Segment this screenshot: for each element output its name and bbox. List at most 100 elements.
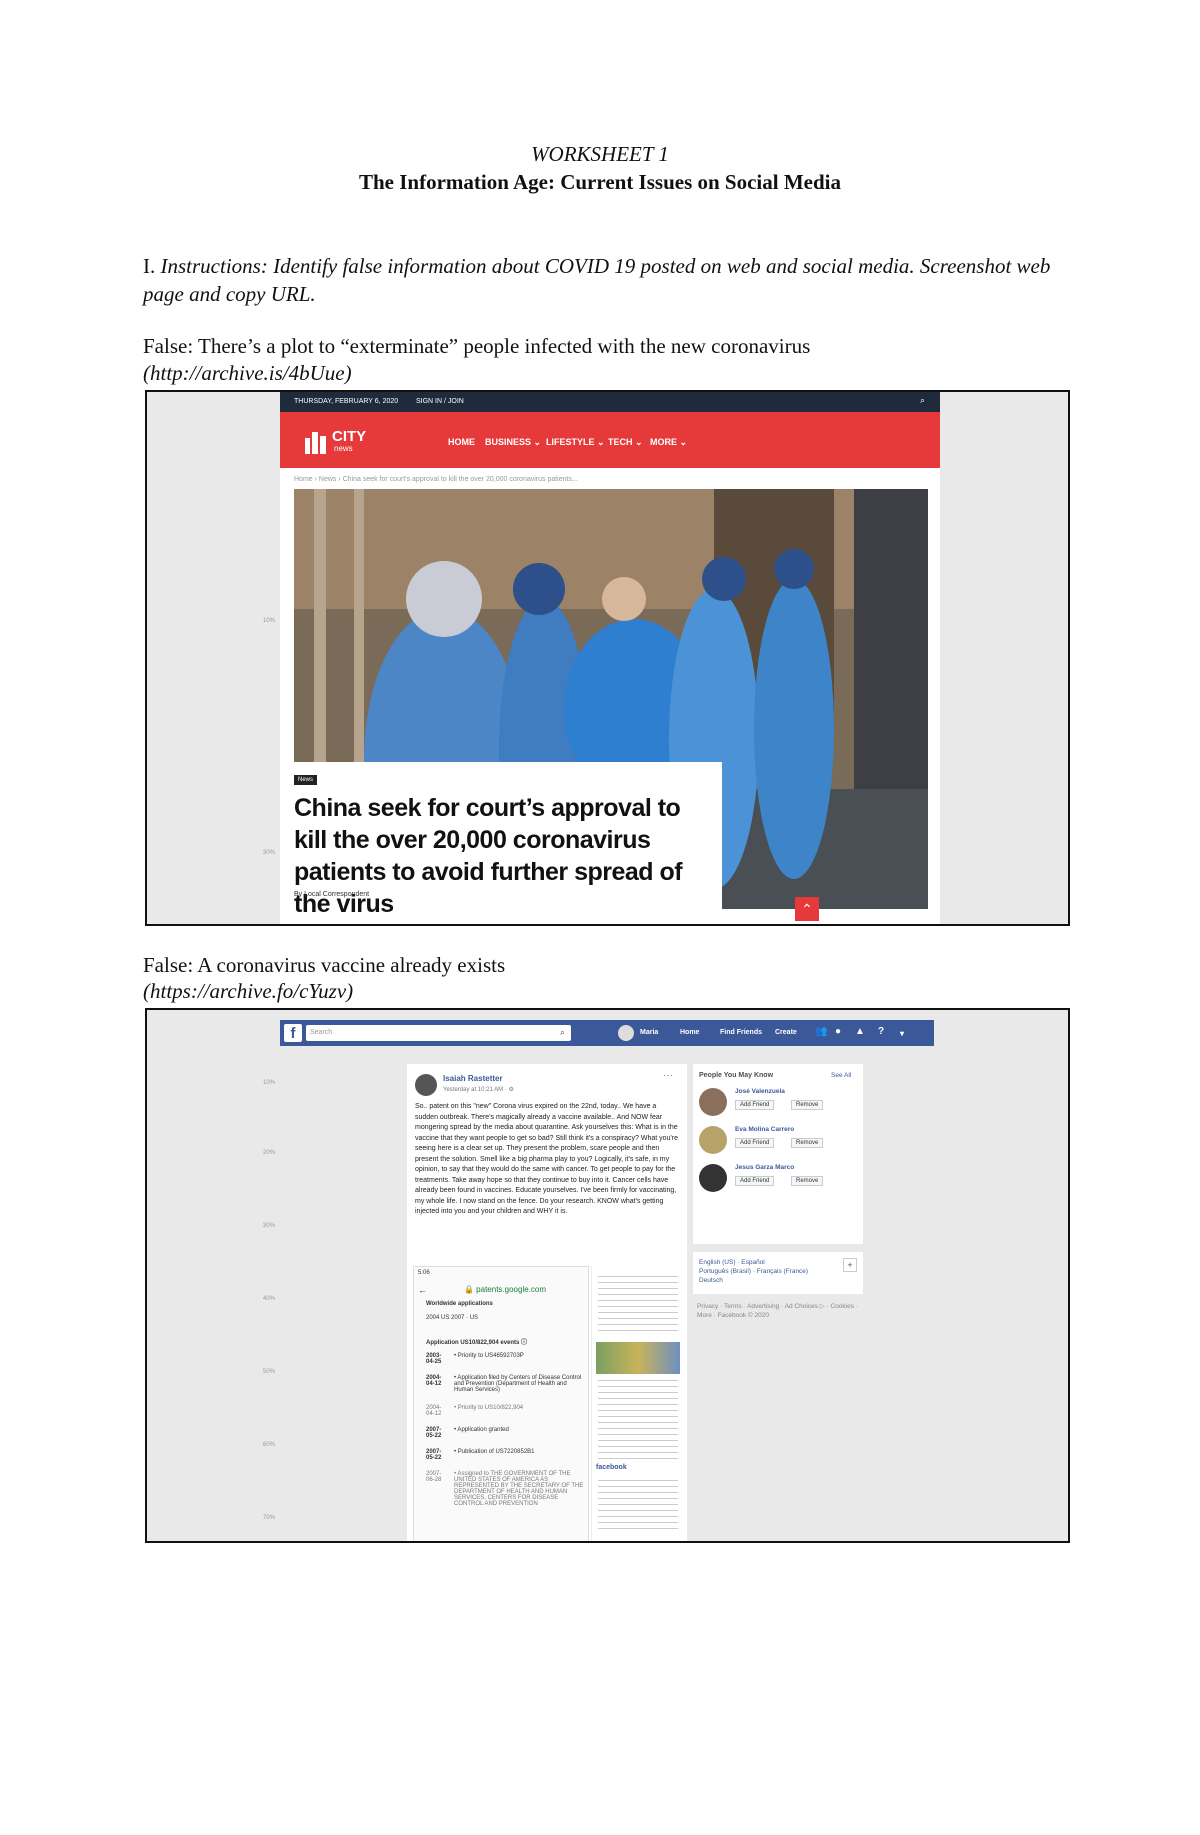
strip-text-block	[598, 1380, 678, 1460]
event-text: • Priority to US10/822,904	[454, 1405, 524, 1411]
worksheet-title: WORKSHEET 1	[531, 142, 669, 166]
search-placeholder: Search	[310, 1029, 333, 1036]
phone-years: 2004 US 2007 · US	[426, 1315, 479, 1321]
facebook-logo-icon[interactable]: f	[284, 1024, 302, 1042]
side-tick: 70%	[263, 1515, 276, 1521]
nav-find-friends[interactable]: Find Friends	[720, 1029, 762, 1036]
nav-profile[interactable]: Maria	[640, 1029, 658, 1036]
logo-city: CITY	[332, 428, 367, 445]
claim-1: False: There’s a plot to “exterminate” p…	[143, 334, 811, 358]
citynews-topbar: THURSDAY, FEBRUARY 6, 2020 SIGN IN / JOI…	[280, 392, 940, 412]
facebook-mobile-strip: facebook	[591, 1266, 684, 1541]
phone-events-title: Application US10/822,904 events ⓘ	[426, 1340, 528, 1346]
skyline-logo-icon	[305, 432, 326, 454]
pymk-name[interactable]: Eva Molina Carrero	[735, 1126, 794, 1133]
instructions: I. Instructions: Identify false informat…	[143, 252, 1063, 308]
see-all-link[interactable]: See All	[831, 1072, 851, 1079]
article-headline[interactable]: China seek for court’s approval to kill …	[294, 792, 714, 920]
event-text: • Application filed by Centers of Diseas…	[454, 1375, 582, 1393]
menu-lifestyle[interactable]: LIFESTYLE ⌄	[546, 437, 605, 448]
map-thumbnail	[596, 1342, 680, 1374]
headline-card: News China seek for court’s approval to …	[294, 762, 722, 918]
category-badge[interactable]: News	[294, 775, 318, 785]
add-language-button[interactable]: +	[843, 1258, 857, 1272]
remove-button[interactable]: Remove	[791, 1138, 824, 1148]
event-date: 2007-05-22	[426, 1427, 442, 1439]
phone-clock: 5:06	[418, 1270, 430, 1276]
event-text: • Application granted	[454, 1427, 509, 1433]
pymk-item: Eva Molina Carrero Add Friend Remove	[699, 1126, 859, 1162]
citynews-logo[interactable]: CITY news	[304, 426, 367, 456]
side-tick: 60%	[263, 1442, 276, 1448]
citynews-page: THURSDAY, FEBRUARY 6, 2020 SIGN IN / JOI…	[280, 392, 940, 924]
nav-home[interactable]: Home	[680, 1029, 699, 1036]
remove-button[interactable]: Remove	[791, 1176, 824, 1186]
screenshot-facebook: 10% 20% 30% 40% 50% 60% 70% f Search ⌕ M…	[145, 1008, 1070, 1543]
phone-site: 🔒 patents.google.com	[464, 1285, 547, 1294]
signin-link[interactable]: SIGN IN / JOIN	[416, 398, 464, 405]
avatar[interactable]	[618, 1025, 634, 1041]
event-date: 2003-04-25	[426, 1353, 442, 1365]
menu-more[interactable]: MORE ⌄	[650, 437, 687, 448]
patent-screenshot: 5:06 ← 🔒 patents.google.com Worldwide ap…	[413, 1266, 589, 1541]
menu-home[interactable]: HOME	[448, 437, 475, 447]
avatar[interactable]	[699, 1088, 727, 1116]
pymk-name[interactable]: José Valenzuela	[735, 1088, 785, 1095]
claim-1-url[interactable]: (http://archive.is/4bUue)	[143, 360, 1043, 387]
facebook-topbar: f Search ⌕ Maria Home Find Friends Creat…	[280, 1020, 934, 1046]
phone-section: Worldwide applications	[426, 1301, 493, 1307]
add-friend-button[interactable]: Add Friend	[735, 1138, 775, 1148]
menu-business[interactable]: BUSINESS ⌄	[485, 437, 541, 448]
pymk-item: José Valenzuela Add Friend Remove	[699, 1088, 859, 1124]
nav-create[interactable]: Create	[775, 1029, 797, 1036]
back-arrow-icon: ←	[418, 1285, 427, 1295]
help-icon[interactable]: ?	[878, 1026, 884, 1037]
post-text: So.. patent on this "new" Corona virus e…	[415, 1103, 678, 1215]
post-timestamp[interactable]: Yesterday at 10:21 AM · ⚙	[443, 1086, 514, 1093]
messenger-icon[interactable]: ●	[835, 1026, 841, 1037]
instructions-text: Instructions: Identify false information…	[143, 254, 1051, 306]
side-tick: 10%	[263, 618, 276, 624]
chevron-down-icon[interactable]: ▾	[900, 1029, 904, 1038]
people-you-may-know: People You May Know See All José Valenzu…	[693, 1064, 863, 1244]
search-icon[interactable]: ⌕	[560, 1027, 565, 1038]
screenshot-citynews: 10% 30% THURSDAY, FEBRUARY 6, 2020 SIGN …	[145, 390, 1070, 926]
facebook-post: Isaiah Rastetter Yesterday at 10:21 AM ·…	[407, 1064, 687, 1541]
search-icon[interactable]: ⌕	[920, 395, 925, 406]
side-tick: 40%	[263, 1296, 276, 1302]
event-text: • Publication of US7220852B1	[454, 1449, 535, 1455]
logo-news: news	[334, 444, 353, 453]
notifications-icon[interactable]: ▲	[855, 1026, 865, 1037]
citynews-nav: CITY news HOME BUSINESS ⌄ LIFESTYLE ⌄ TE…	[280, 412, 940, 468]
facebook-footer[interactable]: Privacy · Terms · Advertising · Ad Choic…	[697, 1302, 867, 1320]
search-input[interactable]: Search ⌕	[306, 1025, 571, 1041]
topbar-date: THURSDAY, FEBRUARY 6, 2020	[294, 398, 399, 405]
article-author[interactable]: By Local Correspondent	[294, 891, 369, 898]
strip-text-block	[598, 1480, 678, 1530]
breadcrumb[interactable]: Home › News › China seek for court's app…	[294, 476, 578, 483]
pymk-name[interactable]: Jesus Garza Marco	[735, 1164, 794, 1171]
avatar[interactable]	[699, 1126, 727, 1154]
menu-tech[interactable]: TECH ⌄	[608, 437, 643, 448]
side-tick: 20%	[263, 1150, 276, 1156]
instructions-number: I.	[143, 254, 156, 278]
remove-button[interactable]: Remove	[791, 1100, 824, 1110]
poster-name[interactable]: Isaiah Rastetter	[443, 1074, 503, 1083]
add-friend-button[interactable]: Add Friend	[735, 1100, 775, 1110]
claim-2-url[interactable]: (https://archive.fo/cYuzv)	[143, 978, 1043, 1005]
scroll-top-button[interactable]: ⌃	[795, 897, 819, 921]
event-text: • Assigned to THE GOVERNMENT OF THE UNIT…	[454, 1471, 584, 1507]
event-date: 2004-04-12	[426, 1375, 442, 1387]
more-options-icon[interactable]: ···	[663, 1070, 673, 1081]
worksheet-subtitle: The Information Age: Current Issues on S…	[358, 170, 842, 194]
strip-facebook-label: facebook	[596, 1464, 627, 1471]
side-tick: 50%	[263, 1369, 276, 1375]
event-date: 2007-05-22	[426, 1449, 442, 1461]
pymk-title: People You May Know	[699, 1072, 774, 1079]
language-links[interactable]: English (US) · Español Português (Brasil…	[699, 1258, 808, 1285]
claim-2: False: A coronavirus vaccine already exi…	[143, 953, 506, 977]
avatar[interactable]	[415, 1074, 437, 1096]
add-friend-button[interactable]: Add Friend	[735, 1176, 775, 1186]
avatar[interactable]	[699, 1164, 727, 1192]
friend-requests-icon[interactable]: 👥	[815, 1026, 827, 1037]
